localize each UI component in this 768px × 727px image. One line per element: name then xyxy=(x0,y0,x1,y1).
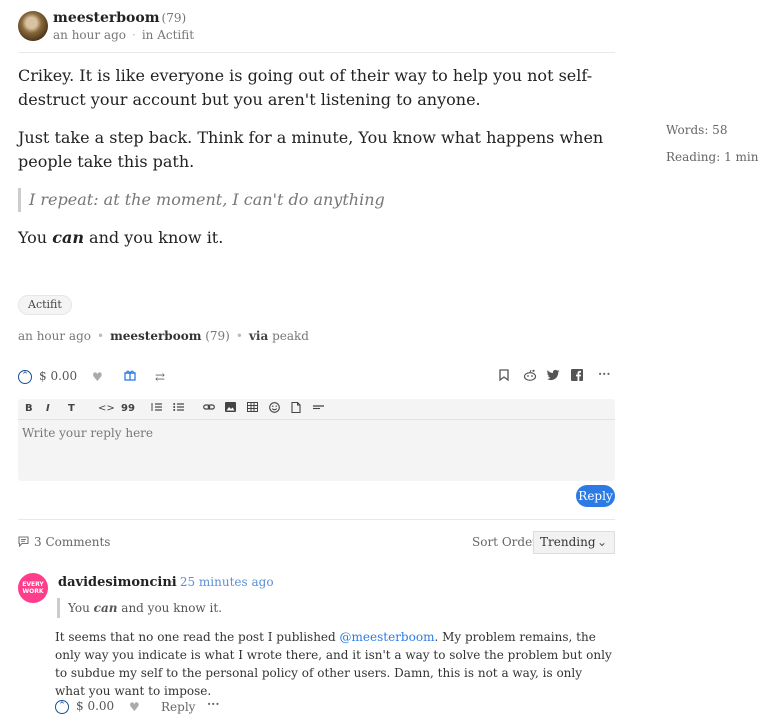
reply-editor: B I T <> 99 Write your reply here xyxy=(18,399,615,481)
paragraph-1: Crikey. It is like everyone is going out… xyxy=(18,66,593,109)
italic-icon[interactable]: I xyxy=(46,402,50,416)
author-name[interactable]: meesterboom xyxy=(53,10,160,26)
paragraph-3-suffix: and you know it. xyxy=(83,228,224,247)
comment-icon xyxy=(18,534,29,552)
emoji-icon[interactable] xyxy=(269,402,280,418)
reading-stats: Words: 58 Reading: 1 min xyxy=(666,117,758,171)
author-name-line: meesterboom (79) xyxy=(53,10,186,26)
footer-time[interactable]: an hour ago xyxy=(18,329,91,343)
comment-time-text[interactable]: 25 minutes ago xyxy=(180,575,274,589)
tag-actifit[interactable]: Actifit xyxy=(18,295,72,315)
comment-heart-icon[interactable]: ♥ xyxy=(129,698,140,716)
separator-dot: • xyxy=(97,329,105,343)
sort-order-value: Trending xyxy=(540,535,596,549)
footer-reputation: (79) xyxy=(205,329,230,343)
avatar-text-2: WORK xyxy=(22,588,44,595)
separator-dot: • xyxy=(235,329,243,343)
word-count: Words: 58 xyxy=(666,123,728,137)
heading-icon[interactable]: T xyxy=(68,402,75,416)
quote-icon[interactable]: 99 xyxy=(121,402,135,416)
heart-icon[interactable]: ♥ xyxy=(92,368,103,386)
comment-body-part-1: It seems that no one read the post I pub… xyxy=(55,630,340,644)
emphasis-text: can xyxy=(52,228,84,247)
comment-time[interactable]: · 25 minutes ago xyxy=(170,575,274,589)
sort-order-select[interactable]: Trending ⌄ xyxy=(533,531,615,554)
sort-order-label: Sort Order xyxy=(472,535,538,549)
comment-author[interactable]: davidesimoncini xyxy=(58,575,177,590)
paragraph-3: You can and you know it. xyxy=(18,226,615,250)
paragraph-2: Just take a step back. Think for a minut… xyxy=(18,128,604,171)
header-divider xyxy=(18,52,615,53)
snippet-icon[interactable] xyxy=(291,401,301,418)
post-action-row: ⌃ $ 0.00 ♥ ⇄ ··· xyxy=(18,365,615,388)
reply-textarea[interactable]: Write your reply here xyxy=(22,426,153,440)
paragraph-3-prefix: You xyxy=(18,228,53,247)
comment-author-avatar[interactable]: EVERY WORK xyxy=(18,573,48,603)
author-avatar[interactable] xyxy=(18,11,48,41)
blockquote: I repeat: at the moment, I can't do anyt… xyxy=(18,188,615,212)
horizontal-rule-icon[interactable] xyxy=(313,402,324,417)
post-time[interactable]: an hour ago xyxy=(53,28,126,42)
comments-divider xyxy=(18,519,615,520)
reply-button[interactable]: Reply xyxy=(576,485,615,507)
ordered-list-icon[interactable] xyxy=(151,402,162,417)
comment-quote-suffix: and you know it. xyxy=(117,601,222,615)
post-community[interactable]: in Actifit xyxy=(142,28,194,42)
footer-author[interactable]: meesterboom xyxy=(110,329,201,343)
comment-quote-prefix: You xyxy=(68,601,94,615)
avatar-text-1: EVERY xyxy=(22,581,44,588)
upvote-icon[interactable]: ⌃ xyxy=(18,370,32,384)
comment-more-icon[interactable]: ··· xyxy=(207,695,220,713)
separator-dot: · xyxy=(132,28,136,42)
table-icon[interactable] xyxy=(247,402,258,417)
link-icon[interactable] xyxy=(203,402,215,417)
image-icon[interactable] xyxy=(225,402,236,417)
post-author-header: meesterboom (79) an hour ago · in Actifit xyxy=(18,10,615,46)
via-app[interactable]: peakd xyxy=(272,329,309,343)
comment-action-row: ⌃ $ 0.00 ♥ Reply ··· xyxy=(55,695,355,716)
reddit-icon[interactable] xyxy=(523,368,537,386)
comment-payout[interactable]: $ 0.00 xyxy=(76,699,114,713)
gift-icon[interactable] xyxy=(124,368,136,386)
post-meta: an hour ago · in Actifit xyxy=(53,28,194,42)
reblog-icon[interactable]: ⇄ xyxy=(155,368,165,386)
code-icon[interactable]: <> xyxy=(98,402,115,416)
comment-reply-link[interactable]: Reply xyxy=(161,698,195,716)
comment-quote-emphasis: can xyxy=(93,601,118,615)
comment-upvote-icon[interactable]: ⌃ xyxy=(55,700,69,714)
facebook-icon[interactable] xyxy=(571,368,583,386)
bold-icon[interactable]: B xyxy=(25,402,33,416)
author-reputation: (79) xyxy=(161,11,187,25)
comment-quote: You can and you know it. xyxy=(57,598,222,618)
editor-toolbar: B I T <> 99 xyxy=(18,399,615,420)
post-footer-meta: an hour ago • meesterboom (79) • via peakd xyxy=(18,329,309,343)
comments-header: 3 Comments Sort Order Trending ⌄ xyxy=(18,531,615,555)
twitter-icon[interactable] xyxy=(547,368,560,386)
post-body: Crikey. It is like everyone is going out… xyxy=(18,64,615,264)
comments-count: 3 Comments xyxy=(34,535,111,549)
separator-dot: · xyxy=(170,575,174,589)
user-mention[interactable]: @meesterboom xyxy=(340,630,435,644)
bookmark-icon[interactable] xyxy=(499,368,509,386)
chevron-down-icon: ⌄ xyxy=(596,535,607,549)
via-label: via xyxy=(248,329,269,343)
comment-body: It seems that no one read the post I pub… xyxy=(55,628,615,700)
unordered-list-icon[interactable] xyxy=(173,402,184,417)
reading-time: Reading: 1 min xyxy=(666,150,759,164)
more-icon[interactable]: ··· xyxy=(598,365,611,383)
post-payout[interactable]: $ 0.00 xyxy=(39,369,77,383)
